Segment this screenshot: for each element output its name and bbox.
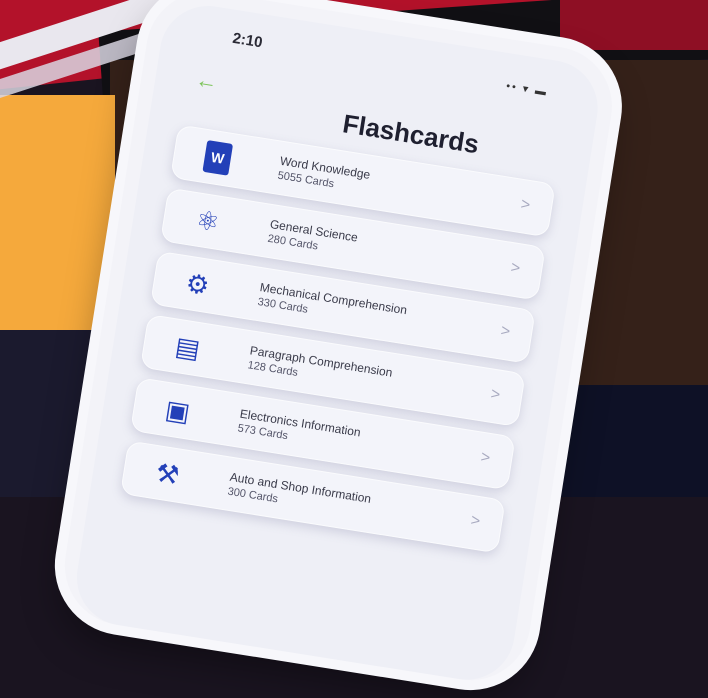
phone-frame: 2:10 •• ▾ ▬ ← Flashcards W Word Knowledg… (56, 0, 621, 689)
chevron-right-icon: > (499, 322, 512, 341)
gear-icon: ⚙ (183, 267, 212, 301)
chevron-right-icon: > (509, 259, 522, 278)
atom-icon: ⚛ (193, 203, 222, 238)
tools-icon: ⚒ (153, 456, 182, 491)
flashcard-list: W Word Knowledge 5055 Cards > ⚛ General S… (118, 124, 556, 563)
chevron-right-icon: > (489, 385, 502, 404)
signal-wifi-battery-icon: •• ▾ ▬ (505, 80, 549, 99)
word-doc-icon: W (189, 134, 247, 182)
app-screen: 2:10 •• ▾ ▬ ← Flashcards W Word Knowledg… (70, 0, 605, 687)
status-time: 2:10 (231, 29, 264, 52)
phone-mockup: 2:10 •• ▾ ▬ ← Flashcards W Word Knowledg… (0, 0, 681, 689)
chevron-right-icon: > (469, 512, 482, 531)
chevron-right-icon: > (479, 448, 492, 468)
book-icon: ▤ (173, 330, 203, 364)
chevron-right-icon: > (519, 195, 532, 215)
chip-icon: ▣ (163, 393, 193, 427)
